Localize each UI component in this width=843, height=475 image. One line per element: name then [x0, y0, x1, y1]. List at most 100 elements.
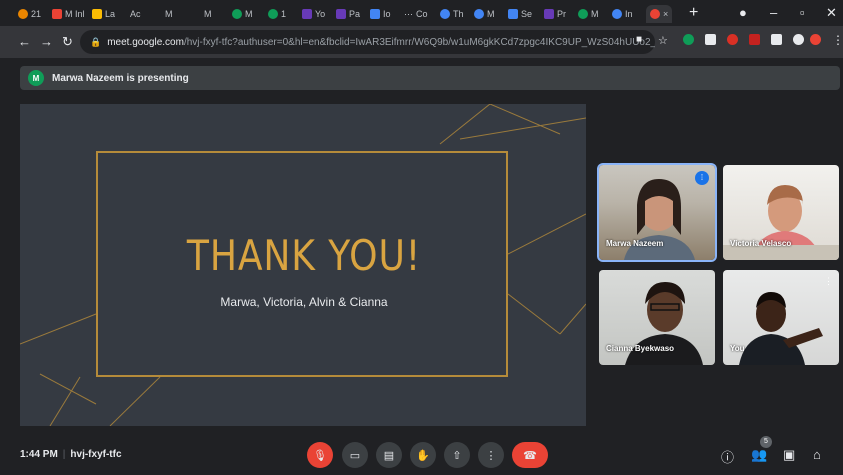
tab-favicon	[578, 9, 588, 19]
participant-tile[interactable]: ⋮ You	[723, 270, 839, 365]
tab-favicon	[232, 9, 242, 19]
tab-strip: 21 M Inl La Ac M M M 1 Yo Pa Io ⋯ Co Th M…	[0, 0, 843, 26]
separator: |	[62, 449, 66, 460]
tab[interactable]: In	[612, 5, 633, 23]
tab[interactable]: M	[232, 5, 253, 23]
minimize-icon[interactable]: –	[770, 5, 777, 20]
url-host: meet.google.com	[107, 36, 184, 48]
tab-favicon	[268, 9, 278, 19]
captions-icon: ▤	[383, 449, 395, 462]
raise-hand-button[interactable]: ✋	[410, 442, 436, 468]
tab-favicon	[370, 9, 380, 19]
camera-button[interactable]: ▭	[342, 442, 368, 468]
tab[interactable]: ⋯ Co	[404, 5, 428, 23]
browser-menu-icon[interactable]: ⋮	[832, 33, 843, 47]
tab[interactable]: M	[474, 5, 495, 23]
slide-frame: THANK YOU! Marwa, Victoria, Alvin & Cian…	[96, 151, 508, 377]
profile-avatar[interactable]	[810, 34, 821, 45]
more-vert-icon: ⋮	[485, 449, 497, 462]
meet-favicon	[650, 9, 660, 19]
captions-button[interactable]: ▤	[376, 442, 402, 468]
leave-call-button[interactable]: ☎	[512, 442, 548, 468]
address-bar[interactable]: 🔒 meet.google.com /hvj-fxyf-tfc?authuser…	[80, 30, 655, 54]
tab[interactable]: M Inl	[52, 5, 85, 23]
participant-name: Cianna Byekwaso	[606, 344, 675, 353]
participant-name: Marwa Nazeem	[606, 239, 664, 248]
participant-count-badge: 5	[760, 436, 772, 448]
shared-presentation: THANK YOU! Marwa, Victoria, Alvin & Cian…	[20, 104, 586, 426]
extension-icon[interactable]	[705, 34, 716, 45]
bookmark-star-icon[interactable]: ☆	[658, 34, 668, 47]
more-options-button[interactable]: ⋮	[478, 442, 504, 468]
camera-icon: ▭	[349, 449, 361, 462]
present-button[interactable]: ⇧	[444, 442, 470, 468]
lock-icon: 🔒	[90, 36, 102, 47]
tab[interactable]: Pr	[544, 5, 566, 23]
tab-close-icon[interactable]: ×	[663, 9, 668, 19]
tab-favicon	[302, 9, 312, 19]
people-icon[interactable]: 👥	[751, 447, 767, 463]
tab[interactable]: Io	[370, 5, 391, 23]
tab-favicon	[544, 9, 554, 19]
participant-tile[interactable]: Cianna Byekwaso	[599, 270, 715, 365]
tab[interactable]: M	[165, 5, 173, 23]
new-tab-button[interactable]: +	[689, 4, 698, 22]
presenting-banner: M Marwa Nazeem is presenting	[20, 66, 840, 90]
tab-favicon	[336, 9, 346, 19]
participant-name: You	[730, 344, 745, 353]
avatar: M	[28, 70, 44, 86]
tab[interactable]: Se	[508, 5, 532, 23]
tab-favicon	[92, 9, 102, 19]
extension-icon[interactable]	[749, 34, 760, 45]
tab[interactable]: M	[578, 5, 599, 23]
profile-icon[interactable]: ●	[739, 5, 747, 20]
tab[interactable]: M	[204, 5, 212, 23]
meeting-code: hvj-fxyf-tfc	[70, 449, 122, 460]
mic-off-button[interactable]: 🎙	[307, 442, 333, 468]
tab[interactable]: Pa	[336, 5, 360, 23]
ellipsis-icon: ⋯	[404, 8, 413, 19]
present-icon: ⇧	[452, 449, 462, 462]
tab[interactable]: Ac	[130, 5, 141, 23]
more-options-icon[interactable]: ⋮	[824, 276, 833, 287]
tab-favicon	[18, 9, 28, 19]
tab[interactable]: 21	[18, 5, 41, 23]
camera-permission-icon[interactable]: ■	[636, 34, 642, 45]
hang-up-icon: ☎	[523, 449, 537, 462]
chat-icon[interactable]: ▣	[783, 447, 795, 463]
current-time: 1:44 PM	[20, 449, 58, 460]
tab-favicon	[508, 9, 518, 19]
mic-off-icon: 🎙	[313, 449, 327, 462]
raise-hand-icon: ✋	[416, 449, 430, 462]
extension-icon[interactable]	[771, 34, 782, 45]
maximize-icon[interactable]: ▫	[800, 5, 805, 20]
browser-toolbar: ← → ↻ 🔒 meet.google.com /hvj-fxyf-tfc?au…	[0, 26, 843, 58]
slide-title: THANK YOU!	[186, 231, 422, 280]
back-icon[interactable]: ←	[18, 34, 31, 49]
tab-favicon	[440, 9, 450, 19]
tab[interactable]: 1	[268, 5, 286, 23]
extensions-puzzle-icon[interactable]	[793, 34, 804, 45]
activities-icon[interactable]: ⌂	[813, 447, 821, 462]
slide-subtitle: Marwa, Victoria, Alvin & Cianna	[220, 295, 388, 309]
participant-tile[interactable]: Victoria Velasco	[723, 165, 839, 260]
meeting-controls-bar: 1:44 PM | hvj-fxyf-tfc 🎙 ▭ ▤ ✋ ⇧ ⋮ ☎ ⓘ 👥 ▣…	[0, 436, 843, 475]
forward-icon[interactable]: →	[40, 34, 53, 49]
url-path: /hvj-fxyf-tfc?authuser=0&hl=en&fbclid=Iw…	[183, 36, 655, 48]
tab-active[interactable]: ×	[646, 5, 673, 23]
tab-favicon	[474, 9, 484, 19]
presenting-text: Marwa Nazeem is presenting	[52, 72, 189, 84]
extension-icon[interactable]	[683, 34, 694, 45]
extension-icon[interactable]	[727, 34, 738, 45]
meeting-details-icon[interactable]: ⓘ	[721, 447, 734, 466]
participant-name: Victoria Velasco	[730, 239, 792, 248]
reload-icon[interactable]: ↻	[62, 34, 73, 50]
meeting-info: 1:44 PM | hvj-fxyf-tfc	[20, 449, 122, 460]
close-window-icon[interactable]: ✕	[826, 5, 837, 21]
participant-tile[interactable]: ⁞ Marwa Nazeem	[599, 165, 715, 260]
tab[interactable]: Yo	[302, 5, 325, 23]
tab-favicon	[612, 9, 622, 19]
speaking-indicator-icon: ⁞	[695, 171, 709, 185]
tab[interactable]: Th	[440, 5, 464, 23]
tab[interactable]: La	[92, 5, 115, 23]
